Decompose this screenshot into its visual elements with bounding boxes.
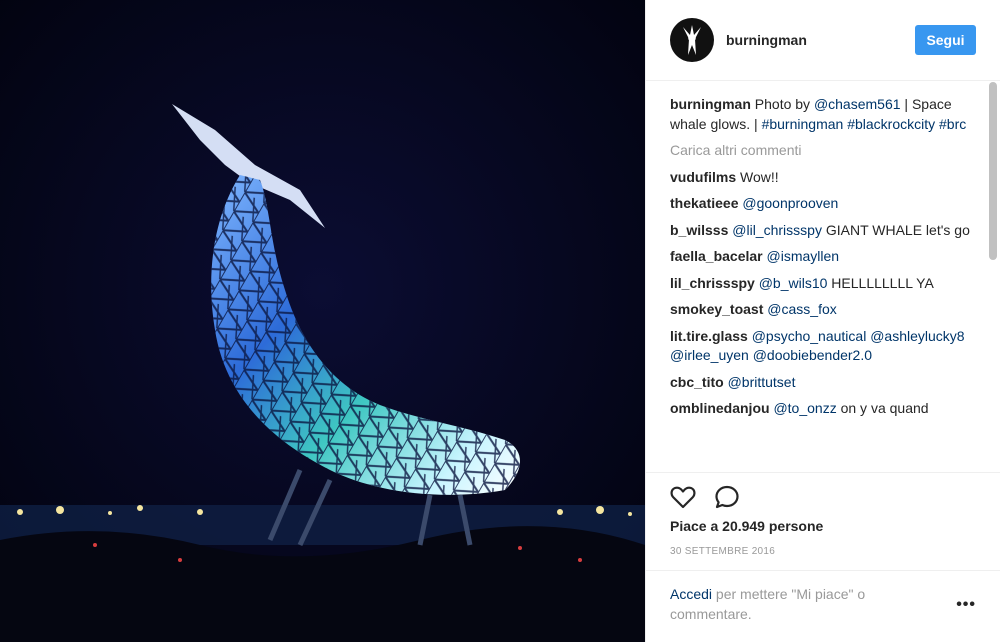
comment-username[interactable]: smokey_toast xyxy=(670,301,763,317)
action-icons xyxy=(670,485,740,509)
comment: omblinedanjou @to_onzz on y va quand xyxy=(670,399,974,419)
comment-mention[interactable]: @goonprooven xyxy=(742,195,838,211)
comment-icon[interactable] xyxy=(714,485,740,509)
login-link[interactable]: Accedi xyxy=(670,586,712,602)
caption-username[interactable]: burningman xyxy=(670,96,751,112)
comments-scrollbar-thumb[interactable] xyxy=(989,82,997,260)
comment-username[interactable]: cbc_tito xyxy=(670,374,724,390)
instagram-post: burningman Segui burningman Photo by @ch… xyxy=(0,0,1000,642)
comment-mention[interactable]: @to_onzz xyxy=(773,400,836,416)
actions-divider xyxy=(646,472,1000,473)
comment-mention[interactable]: @irlee_uyen xyxy=(670,347,749,363)
comment-mention[interactable]: @lil_chrissspy xyxy=(732,222,822,238)
comment-text: on y va quand xyxy=(840,400,929,416)
caption-mention[interactable]: @chasem561 xyxy=(814,96,901,112)
comment-username[interactable]: lit.tire.glass xyxy=(670,328,748,344)
login-prompt: Accedi per mettere "Mi piace" o commenta… xyxy=(670,585,910,624)
comments-list: burningman Photo by @chasem561 | Space w… xyxy=(670,95,974,470)
comment-username[interactable]: vudufilms xyxy=(670,169,736,185)
hashtag[interactable]: #brc xyxy=(939,116,966,132)
caption-text: Photo by xyxy=(750,96,814,112)
comment-username[interactable]: lil_chrissspy xyxy=(670,275,755,291)
comment-username[interactable]: thekatieee xyxy=(670,195,738,211)
post-header: burningman Segui xyxy=(646,0,1000,81)
comment: faella_bacelar @ismayllen xyxy=(670,247,974,267)
likes-count[interactable]: Piace a 20.949 persone xyxy=(670,518,823,534)
comment-mention[interactable]: @b_wils10 xyxy=(759,275,828,291)
post-sidebar: burningman Segui burningman Photo by @ch… xyxy=(645,0,1000,642)
hashtag[interactable]: #burningman xyxy=(762,116,844,132)
space-whale-photo xyxy=(0,0,645,642)
login-divider xyxy=(646,570,1000,571)
hashtag[interactable]: #blackrockcity xyxy=(847,116,935,132)
comment-mention[interactable]: @psycho_nautical xyxy=(752,328,867,344)
comment: smokey_toast @cass_fox xyxy=(670,300,974,320)
comment-mention[interactable]: @ashleylucky8 xyxy=(870,328,964,344)
comment: lit.tire.glass @psycho_nautical @ashleyl… xyxy=(670,327,974,366)
comment-text: HELLLLLLLL YA xyxy=(831,274,934,291)
follow-button[interactable]: Segui xyxy=(915,25,976,55)
comment-username[interactable]: faella_bacelar xyxy=(670,248,763,264)
header-username[interactable]: burningman xyxy=(726,32,807,48)
heart-icon[interactable] xyxy=(670,485,696,509)
caption: burningman Photo by @chasem561 | Space w… xyxy=(670,95,974,134)
comment: b_wilsss @lil_chrissspy GIANT WHALE let'… xyxy=(670,221,974,241)
burningman-logo-icon xyxy=(683,25,701,55)
comment-mention[interactable]: @doobiebender2.0 xyxy=(753,347,872,363)
comment-username[interactable]: b_wilsss xyxy=(670,222,728,238)
post-photo[interactable] xyxy=(0,0,645,642)
post-date[interactable]: 30 settembre 2016 xyxy=(670,546,775,557)
comment-text: GIANT WHALE let's go xyxy=(825,221,970,238)
more-options-icon[interactable]: ••• xyxy=(956,596,976,614)
comment: vudufilms Wow!! xyxy=(670,168,974,188)
comment-text: Wow!! xyxy=(740,168,779,185)
comment: cbc_tito @brittutset xyxy=(670,373,974,393)
comment-mention[interactable]: @cass_fox xyxy=(767,301,836,317)
comment-mention[interactable]: @ismayllen xyxy=(767,248,840,264)
comment: thekatieee @goonprooven xyxy=(670,194,974,214)
comment: lil_chrissspy @b_wils10 HELLLLLLLL YA xyxy=(670,274,974,294)
comment-mention[interactable]: @brittutset xyxy=(728,374,796,390)
comment-username[interactable]: omblinedanjou xyxy=(670,400,770,416)
load-more-comments[interactable]: Carica altri commenti xyxy=(670,141,974,161)
avatar[interactable] xyxy=(670,18,714,62)
